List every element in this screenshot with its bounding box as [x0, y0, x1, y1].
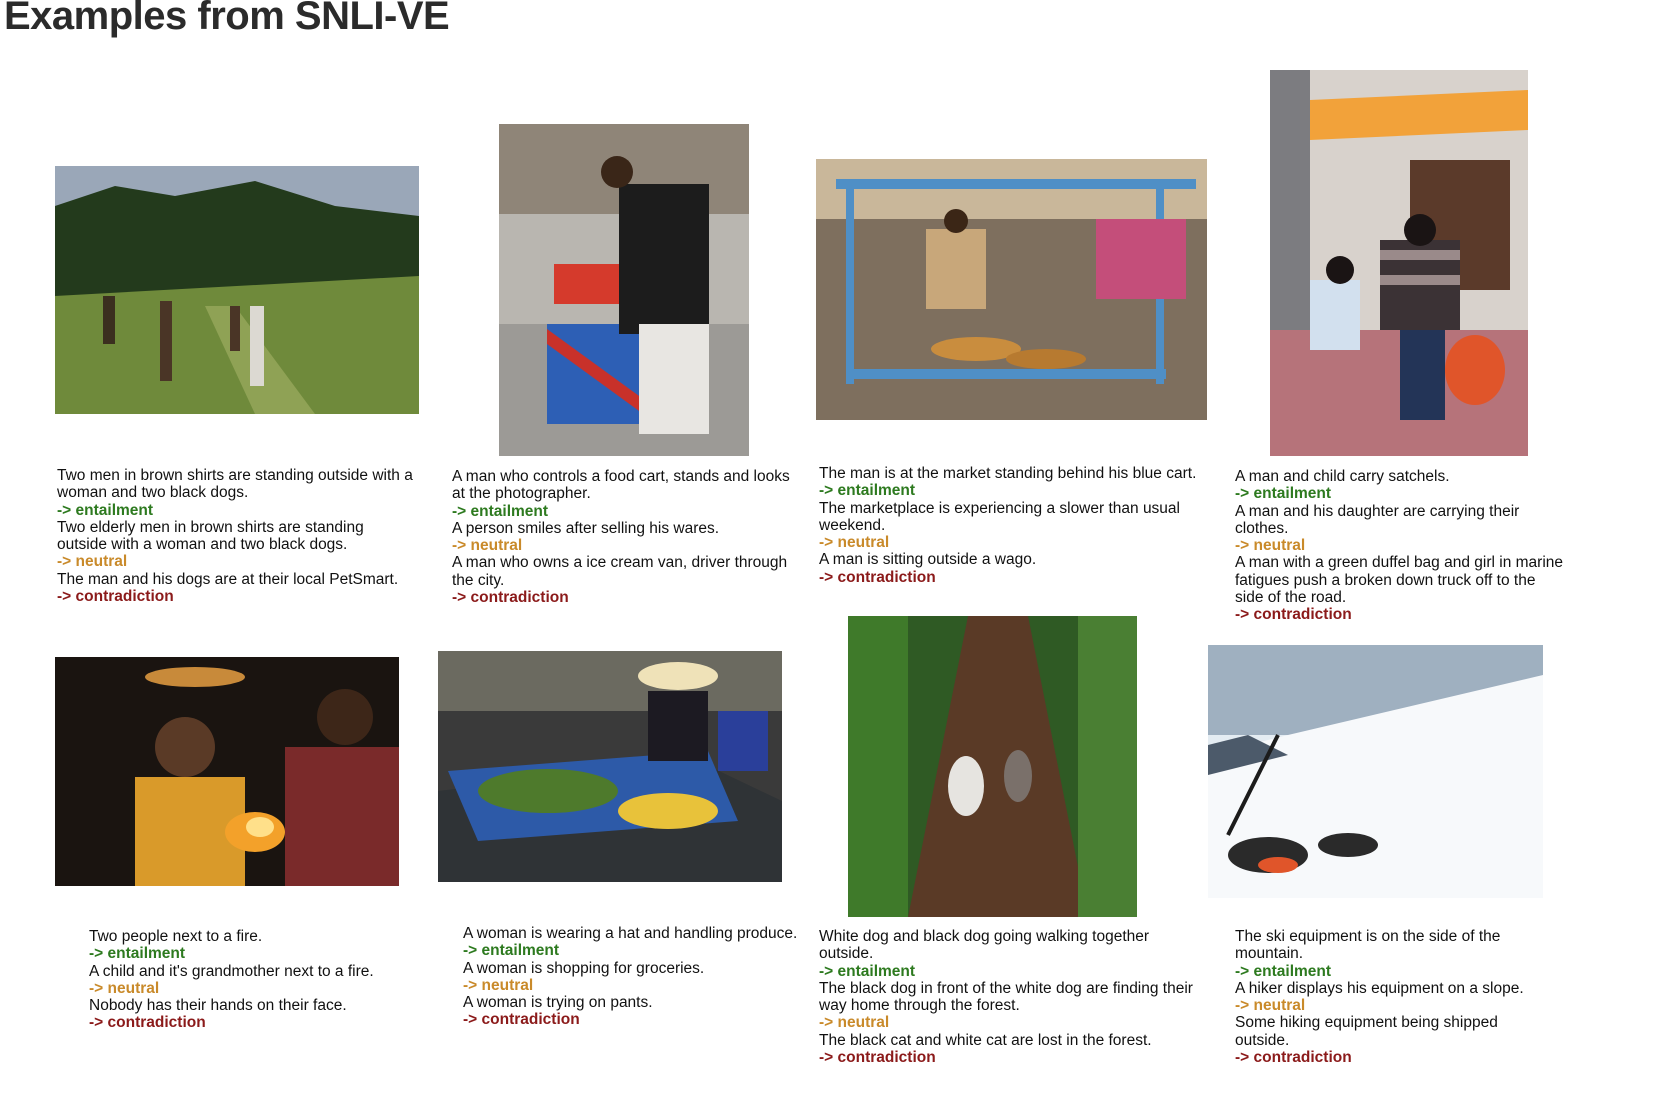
example-caption-4: A man and child carry satchels. -> entai…: [1235, 468, 1567, 624]
example-photo-6: [438, 651, 782, 882]
entailment-label: -> entailment: [819, 482, 916, 500]
hypothesis-2: A hiker displays his equipment on a slop…: [1235, 979, 1524, 997]
contradiction-label: -> contradiction: [57, 588, 174, 606]
hypothesis-3: The black cat and white cat are lost in …: [819, 1031, 1152, 1049]
entailment-label: -> entailment: [89, 945, 186, 963]
neutral-label: -> neutral: [1235, 997, 1306, 1015]
contradiction-label: -> contradiction: [1235, 1049, 1352, 1067]
example-caption-8: The ski equipment is on the side of the …: [1235, 928, 1555, 1066]
entailment-label: -> entailment: [819, 962, 916, 980]
entailment-label: -> entailment: [1235, 962, 1332, 980]
hypothesis-2: A person smiles after selling his wares.: [452, 519, 720, 537]
hypothesis-2: A man and his daughter are carrying thei…: [1235, 502, 1520, 537]
example-photo-7: [848, 616, 1137, 917]
hypothesis-1: The ski equipment is on the side of the …: [1235, 928, 1501, 963]
hypothesis-3: A man with a green duffel bag and girl i…: [1235, 554, 1563, 607]
neutral-label: -> neutral: [1235, 537, 1306, 555]
neutral-label: -> neutral: [463, 976, 534, 994]
hypothesis-3: Nobody has their hands on their face.: [89, 997, 347, 1015]
example-caption-2: A man who controls a food cart, stands a…: [452, 468, 802, 606]
hypothesis-1: The man is at the market standing behind…: [819, 465, 1197, 482]
example-photo-8: [1208, 645, 1543, 898]
hypothesis-3: A man who owns a ice cream van, driver t…: [452, 554, 788, 589]
hypothesis-1: Two men in brown shirts are standing out…: [57, 467, 413, 502]
hypothesis-2: The black dog in front of the white dog …: [819, 979, 1193, 1015]
contradiction-label: -> contradiction: [452, 589, 569, 607]
entailment-label: -> entailment: [57, 501, 154, 519]
hypothesis-2: A child and it's grandmother next to a f…: [89, 962, 374, 980]
hypothesis-1: A man and child carry satchels.: [1235, 468, 1450, 485]
neutral-label: -> neutral: [819, 534, 890, 552]
contradiction-label: -> contradiction: [463, 1011, 580, 1029]
contradiction-label: -> contradiction: [89, 1014, 206, 1032]
hypothesis-2: The marketplace is experiencing a slower…: [819, 499, 1180, 534]
contradiction-label: -> contradiction: [1235, 606, 1352, 624]
contradiction-label: -> contradiction: [819, 1049, 936, 1067]
neutral-label: -> neutral: [57, 553, 128, 571]
entailment-label: -> entailment: [452, 502, 549, 520]
example-photo-1: [55, 166, 419, 414]
hypothesis-1: A woman is wearing a hat and handling pr…: [463, 925, 798, 942]
hypothesis-3: A man is sitting outside a wago.: [819, 551, 1037, 569]
neutral-label: -> neutral: [452, 537, 523, 555]
example-caption-6: A woman is wearing a hat and handling pr…: [463, 925, 823, 1029]
hypothesis-1: White dog and black dog going walking to…: [819, 928, 1150, 963]
hypothesis-3: Some hiking equipment being shipped outs…: [1235, 1014, 1498, 1049]
hypothesis-3: A woman is trying on pants.: [463, 994, 653, 1012]
example-photo-4: [1270, 70, 1528, 456]
example-photo-3: [816, 159, 1207, 420]
hypothesis-1: Two people next to a fire.: [89, 928, 263, 945]
example-caption-1: Two men in brown shirts are standing out…: [57, 467, 417, 605]
hypothesis-2: A woman is shopping for groceries.: [463, 959, 705, 977]
page-title: Examples from SNLI-VE: [4, 0, 450, 38]
entailment-label: -> entailment: [463, 942, 560, 960]
example-photo-2: [499, 124, 749, 456]
example-caption-3: The man is at the market standing behind…: [819, 465, 1199, 586]
hypothesis-1: A man who controls a food cart, stands a…: [452, 468, 790, 503]
example-caption-5: Two people next to a fire. -> entailment…: [89, 928, 429, 1032]
hypothesis-2: Two elderly men in brown shirts are stan…: [57, 518, 364, 554]
contradiction-label: -> contradiction: [819, 568, 936, 586]
hypothesis-3: The man and his dogs are at their local …: [57, 570, 399, 588]
example-photo-5: [55, 657, 399, 886]
neutral-label: -> neutral: [89, 979, 160, 997]
example-caption-7: White dog and black dog going walking to…: [819, 928, 1207, 1066]
entailment-label: -> entailment: [1235, 485, 1332, 503]
neutral-label: -> neutral: [819, 1014, 890, 1032]
